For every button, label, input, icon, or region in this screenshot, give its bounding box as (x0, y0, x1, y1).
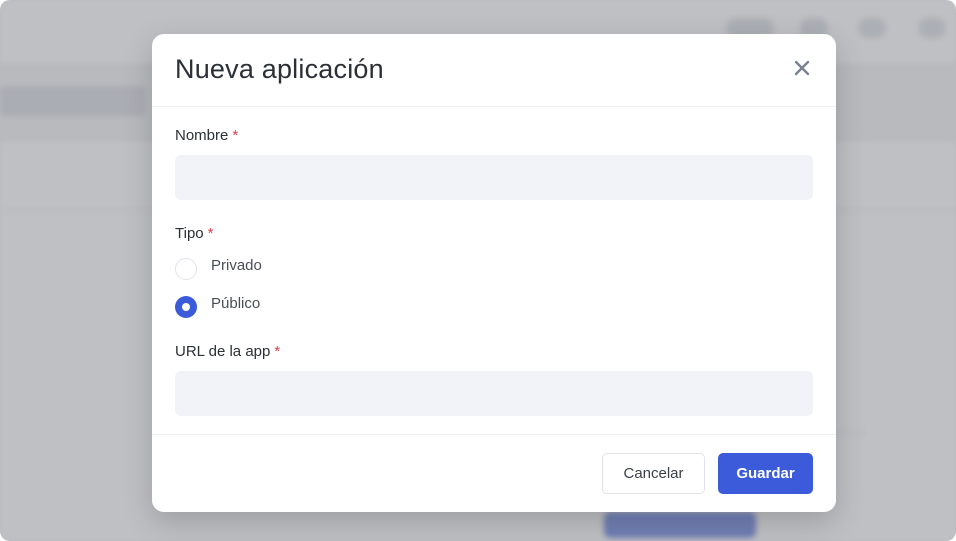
url-input[interactable] (175, 371, 813, 416)
new-application-dialog: Nueva aplicación Nombre* Tipo* Privado (152, 34, 836, 512)
radio-button[interactable] (175, 258, 197, 280)
type-option-label: Público (211, 294, 261, 312)
close-button[interactable] (790, 58, 814, 82)
name-label: Nombre * (175, 127, 239, 144)
close-icon (794, 60, 810, 81)
type-option-public[interactable]: Público (175, 295, 260, 319)
app-window: Nueva aplicación Nombre* Tipo* Privado (0, 0, 956, 541)
required-mark: * (207, 225, 214, 242)
url-label: URL de la app * (175, 343, 281, 360)
dialog-title: Nueva aplicación (175, 54, 384, 84)
radio-button-checked[interactable] (175, 296, 197, 318)
cancel-button[interactable]: Cancelar (602, 453, 705, 494)
dialog-header: Nueva aplicación (152, 34, 836, 107)
required-mark: * (232, 127, 239, 144)
required-mark: * (274, 343, 281, 360)
type-option-label: Privado (211, 256, 262, 274)
save-button[interactable]: Guardar (718, 453, 813, 494)
type-option-private[interactable]: Privado (175, 257, 262, 281)
name-input[interactable] (175, 155, 813, 200)
type-label: Tipo * (175, 225, 214, 242)
dialog-footer: Cancelar Guardar (152, 434, 836, 513)
